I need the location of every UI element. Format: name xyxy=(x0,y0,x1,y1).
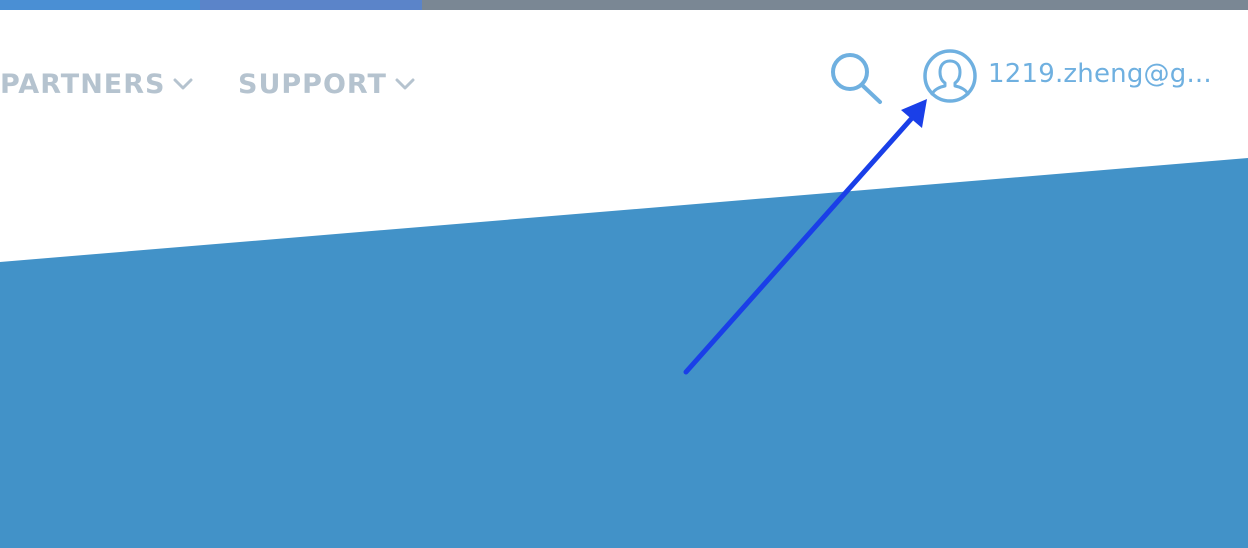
nav-item-support-label: SUPPORT xyxy=(238,68,387,100)
chevron-down-icon xyxy=(395,78,415,90)
account-email-label: 1219.zheng@g... xyxy=(988,59,1212,89)
nav-item-support[interactable]: SUPPORT xyxy=(238,64,415,104)
user-avatar-icon xyxy=(923,49,977,103)
hero-banner-shape xyxy=(0,158,1248,548)
account-menu[interactable]: 1219.zheng@g... xyxy=(922,48,1212,104)
top-strip-segment-1 xyxy=(0,0,200,10)
nav-item-partners[interactable]: PARTNERS xyxy=(0,64,193,104)
chevron-down-icon xyxy=(173,78,193,90)
arrow-shaft xyxy=(683,115,915,375)
nav-item-partners-label: PARTNERS xyxy=(0,68,166,100)
page: PARTNERS SUPPORT 1219.zheng@g... xyxy=(0,0,1248,548)
top-strip-segment-3 xyxy=(422,0,1248,10)
search-icon[interactable] xyxy=(828,52,886,108)
top-color-strip xyxy=(0,0,1248,10)
top-strip-segment-2 xyxy=(200,0,422,10)
